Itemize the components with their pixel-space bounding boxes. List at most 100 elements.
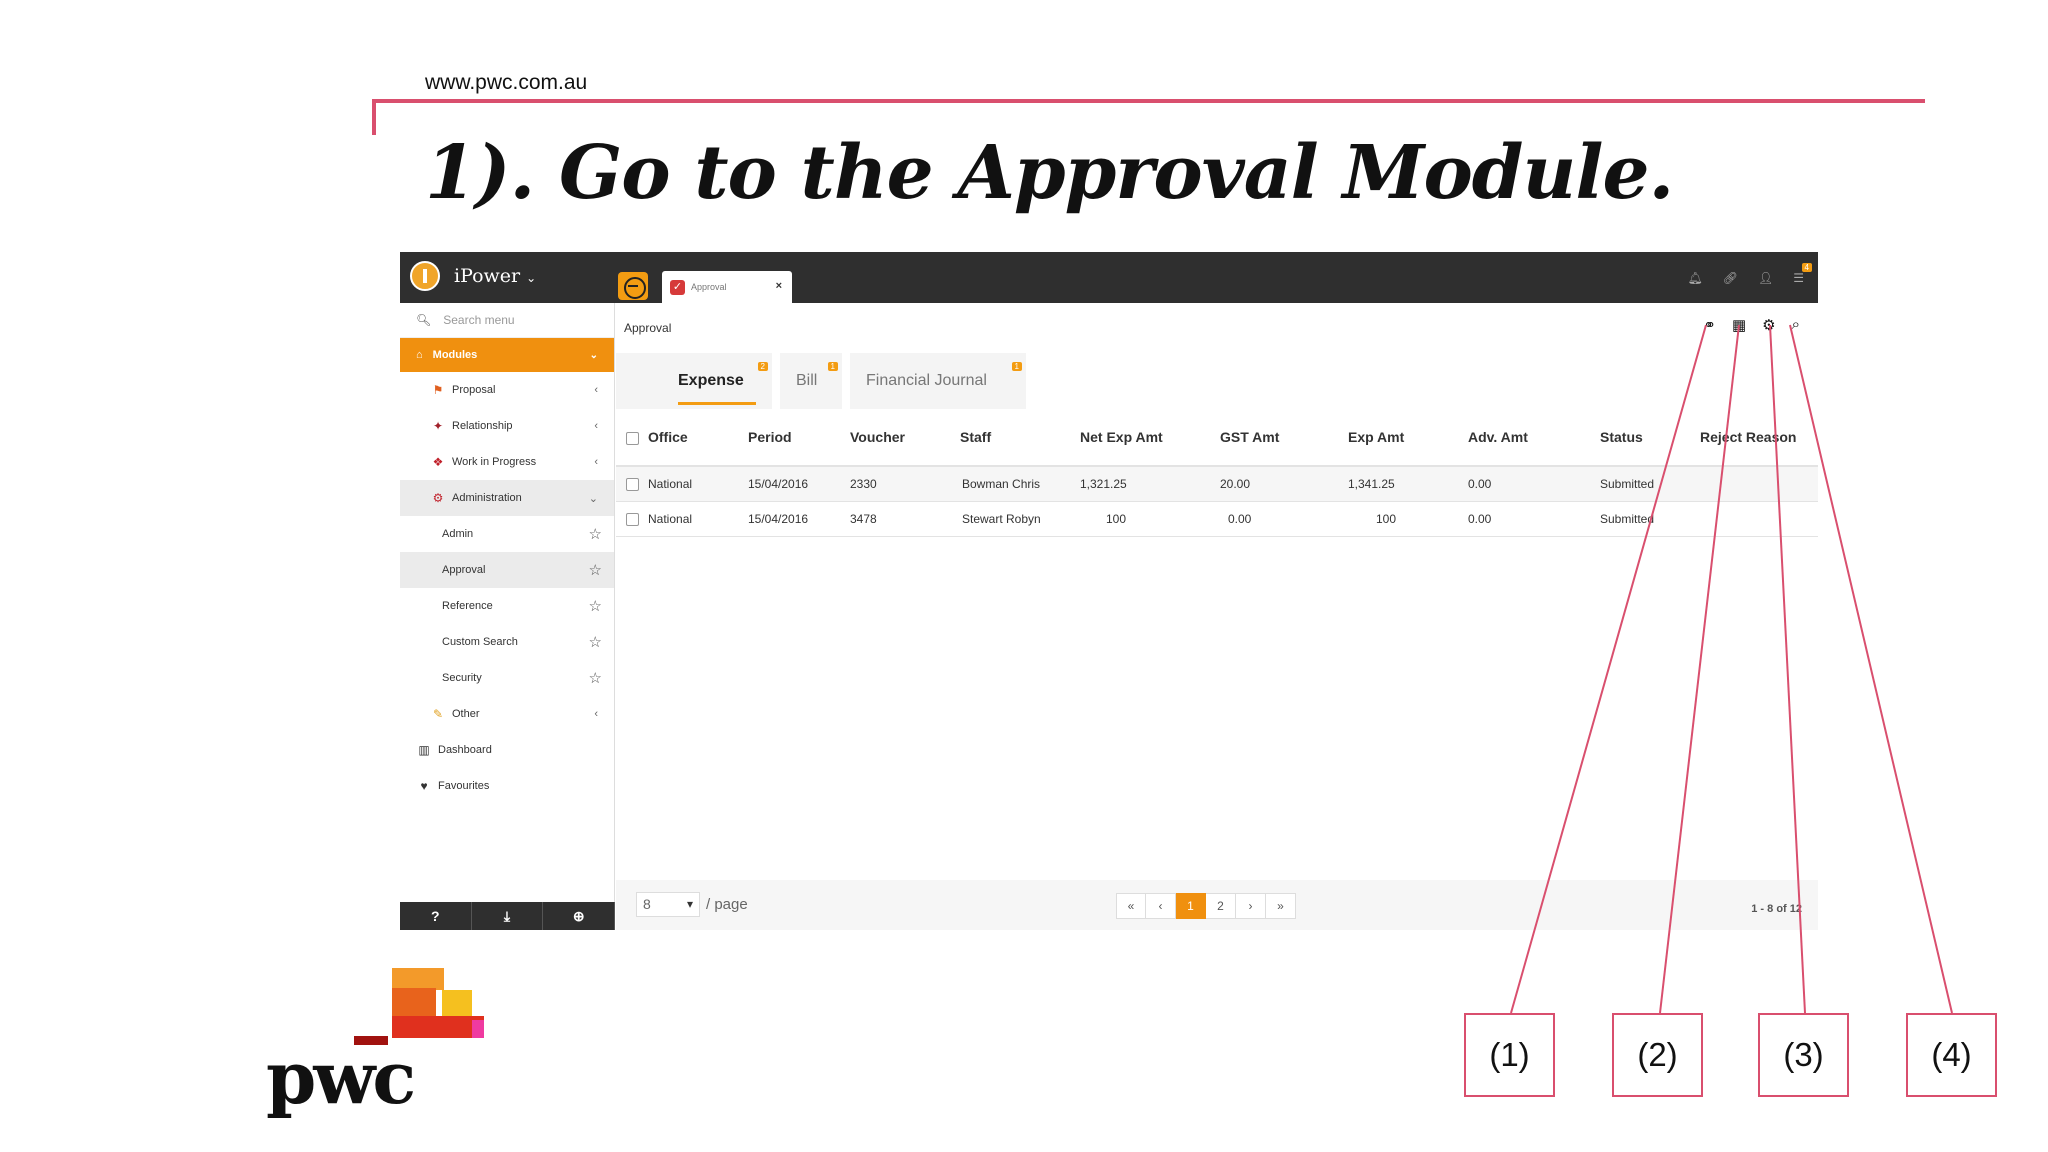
column-header[interactable]: Adv. Amt: [1468, 409, 1600, 467]
brand[interactable]: iPower ⌄: [410, 261, 536, 291]
user-icon[interactable]: 👤︎: [1758, 271, 1773, 285]
callout-2: (2): [1612, 1013, 1703, 1097]
close-icon[interactable]: ×: [776, 280, 782, 292]
sidebar-item-label: Administration: [452, 492, 522, 504]
chevron-left-icon: ‹: [594, 708, 598, 720]
zoom-icon[interactable]: ⊕: [543, 902, 616, 930]
column-header[interactable]: Exp Amt: [1348, 409, 1468, 467]
first-page-button[interactable]: «: [1116, 893, 1146, 919]
cell-adv-amt: 0.00: [1468, 501, 1600, 537]
star-icon[interactable]: ☆: [589, 669, 602, 687]
cell-status: Submitted: [1600, 501, 1700, 537]
record-range: 1 - 8 of 12: [1751, 903, 1802, 915]
ipower-app-window: iPower ⌄ ✓ Approval × 🔔︎ 🔗︎ 👤︎ ☰ 4 🔍︎ Sea…: [400, 252, 1818, 930]
column-header[interactable]: Period: [748, 409, 850, 467]
table-row[interactable]: National 15/04/2016 3478 Stewart Robyn 1…: [616, 501, 1818, 537]
heart-icon: ♥: [420, 779, 428, 793]
sidebar-item-admin[interactable]: Admin ☆: [400, 516, 614, 552]
next-page-button[interactable]: ›: [1236, 893, 1266, 919]
sidebar-item-other[interactable]: ✎ Other ‹: [400, 696, 614, 732]
slide-url: www.pwc.com.au: [425, 71, 588, 94]
star-icon[interactable]: ☆: [589, 597, 602, 615]
row-checkbox[interactable]: [626, 512, 639, 526]
tab-bill[interactable]: Bill 1: [780, 353, 842, 409]
cell-period: 15/04/2016: [748, 466, 850, 502]
sidebar-modules[interactable]: ⌂ Modules ⌄: [400, 338, 614, 372]
proposal-icon: ⚑: [432, 383, 444, 397]
cell-voucher: 3478: [850, 501, 960, 537]
cell-gst-amt: 0.00: [1220, 501, 1348, 537]
cell-voucher: 2330: [850, 466, 960, 502]
help-icon[interactable]: ?: [400, 902, 472, 930]
per-page-select[interactable]: 8: [636, 892, 700, 917]
tab-count-badge: 1: [827, 362, 838, 371]
row-checkbox[interactable]: [626, 477, 639, 491]
column-header[interactable]: Status: [1600, 409, 1700, 467]
chevron-down-icon: ⌄: [526, 271, 537, 285]
tab-bar-filler: [1026, 353, 1818, 409]
cell-exp-amt: 100: [1348, 501, 1468, 537]
tab-approval[interactable]: ✓ Approval ×: [662, 271, 792, 303]
star-icon[interactable]: ☆: [589, 633, 602, 651]
cell-staff: Bowman Chris: [960, 466, 1080, 502]
column-header[interactable]: Office: [648, 409, 748, 467]
last-page-button[interactable]: »: [1266, 893, 1296, 919]
grid-icon[interactable]: ▦: [1732, 316, 1746, 334]
column-header[interactable]: Staff: [960, 409, 1080, 467]
cell-status: Submitted: [1600, 466, 1700, 502]
binoculars-icon[interactable]: ⚭: [1703, 316, 1716, 334]
page-1-button[interactable]: 1: [1176, 893, 1206, 919]
column-header[interactable]: Net Exp Amt: [1080, 409, 1220, 467]
search-menu-input[interactable]: 🔍︎ Search menu: [400, 303, 614, 338]
sidebar-item-label: Approval: [442, 564, 486, 576]
cell-net-exp-amt: 1,321.25: [1080, 466, 1220, 502]
link-icon[interactable]: 🔗︎: [1723, 271, 1738, 285]
sidebar-item-administration[interactable]: ⚙ Administration ⌄: [400, 480, 614, 516]
table-row[interactable]: National 15/04/2016 2330 Bowman Chris 1,…: [616, 466, 1818, 502]
sidebar-item-label: Work in Progress: [452, 456, 537, 468]
page-2-button[interactable]: 2: [1206, 893, 1236, 919]
home-button[interactable]: [618, 272, 648, 300]
cell-reject-reason: [1700, 466, 1818, 502]
prev-page-button[interactable]: ‹: [1146, 893, 1176, 919]
tab-expense[interactable]: Expense 2: [662, 353, 772, 409]
table-header-row: Office Period Voucher Staff Net Exp Amt …: [616, 409, 1818, 467]
download-icon[interactable]: ⤓: [472, 902, 544, 930]
sidebar-item-work-in-progress[interactable]: ❖ Work in Progress ‹: [400, 444, 614, 480]
column-header[interactable]: Voucher: [850, 409, 960, 467]
cell-adv-amt: 0.00: [1468, 466, 1600, 502]
cell-period: 15/04/2016: [748, 501, 850, 537]
tab-financial-journal[interactable]: Financial Journal 1: [850, 353, 1026, 409]
sidebar-item-reference[interactable]: Reference ☆: [400, 588, 614, 624]
sidebar-item-dashboard[interactable]: ▥ Dashboard: [400, 732, 614, 768]
chevron-down-icon: ⌄: [589, 349, 598, 361]
sidebar-item-proposal[interactable]: ⚑ Proposal ‹: [400, 372, 614, 408]
sidebar-item-favourites[interactable]: ♥ Favourites: [400, 768, 614, 804]
sidebar-item-approval[interactable]: Approval ☆: [400, 552, 614, 588]
cell-staff: Stewart Robyn: [960, 501, 1080, 537]
callout-1: (1): [1464, 1013, 1555, 1097]
per-page: 8 / page: [636, 892, 748, 917]
sidebar-item-custom-search[interactable]: Custom Search ☆: [400, 624, 614, 660]
notification-badge: 4: [1801, 263, 1812, 272]
column-header[interactable]: Reject Reason: [1700, 409, 1818, 467]
column-header[interactable]: GST Amt: [1220, 409, 1348, 467]
ipower-logo-icon: [410, 261, 440, 291]
cell-gst-amt: 20.00: [1220, 466, 1348, 502]
star-icon[interactable]: ☆: [589, 561, 602, 579]
main-panel: Approval ⚭ ▦ ⚙ ⌕ Expense 2 Bill 1 Financ…: [616, 303, 1818, 930]
tab-count-badge: 1: [1011, 362, 1022, 371]
search-menu-placeholder: Search menu: [443, 313, 515, 327]
star-icon[interactable]: ☆: [589, 525, 602, 543]
sidebar-item-label: Proposal: [452, 384, 496, 396]
search-icon[interactable]: ⌕: [1792, 316, 1800, 334]
sidebar-item-label: Reference: [442, 600, 493, 612]
top-icons: 🔔︎ 🔗︎ 👤︎ ☰ 4: [1688, 263, 1812, 285]
bell-icon[interactable]: 🔔︎: [1688, 271, 1703, 285]
select-all-checkbox[interactable]: [626, 431, 639, 445]
sidebar-item-security[interactable]: Security ☆: [400, 660, 614, 696]
sidebar-item-relationship[interactable]: ✦ Relationship ‹: [400, 408, 614, 444]
gear-icon[interactable]: ⚙: [1762, 316, 1775, 334]
messages-icon[interactable]: ☰ 4: [1793, 263, 1812, 285]
per-page-label: / page: [706, 896, 748, 913]
